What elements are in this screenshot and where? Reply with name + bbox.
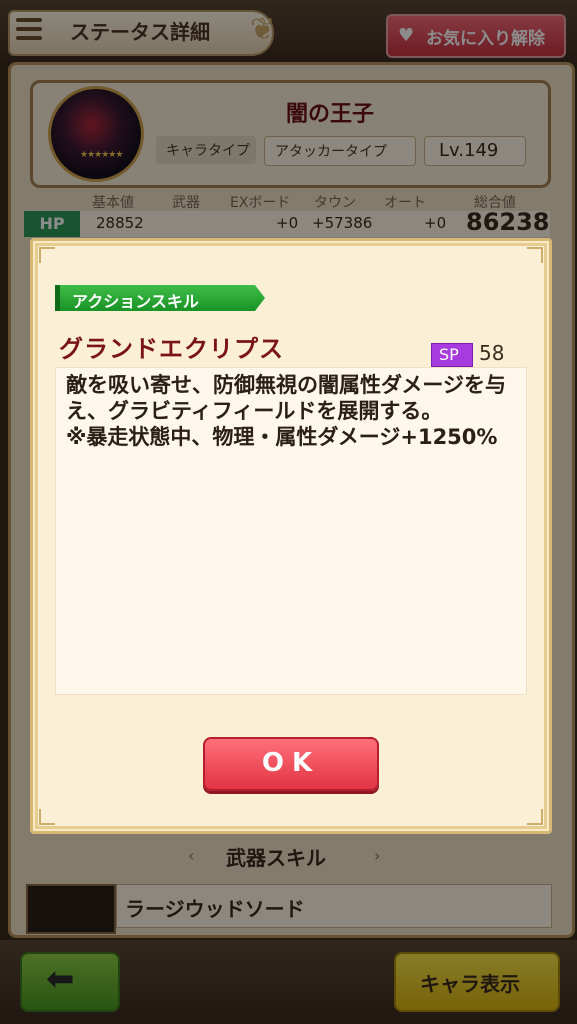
heart-icon: ♥ xyxy=(398,25,415,46)
top-bar: ステータス詳細 ❦ ♥ お気に入り解除 xyxy=(0,0,577,62)
chara-display-label: キャラ表示 xyxy=(420,972,520,996)
skill-type-label: アクションスキル xyxy=(72,292,199,311)
weapon-thumbnail xyxy=(26,884,116,934)
corner-ornament xyxy=(527,809,543,825)
stat-header-town: タウン xyxy=(314,195,356,211)
hp-auto: +0 xyxy=(424,214,447,232)
menu-icon[interactable] xyxy=(16,18,42,42)
flourish-ornament-icon: ❦ xyxy=(250,12,276,47)
page-title: ステータス詳細 xyxy=(70,20,210,44)
type-value-box: アタッカータイプ xyxy=(264,136,416,166)
level: Lv.149 xyxy=(439,140,499,161)
stat-header-weapon: 武器 xyxy=(172,195,200,211)
hp-town: +57386 xyxy=(312,214,373,232)
sp-badge: SP xyxy=(431,343,473,367)
back-button[interactable]: ⬅ xyxy=(20,952,120,1012)
sp-label: SP xyxy=(439,345,459,364)
stat-header-exboard: EXボード xyxy=(230,195,291,211)
skill-description-box: 敵を吸い寄せ、防御無視の闇属性ダメージを与え、グラビティフィールドを展開する。 … xyxy=(55,367,527,695)
hp-base: 28852 xyxy=(96,214,144,232)
skill-description: 敵を吸い寄せ、防御無視の闇属性ダメージを与え、グラビティフィールドを展開する。 … xyxy=(66,373,506,449)
weapon-skill-title: 武器スキル xyxy=(226,846,326,870)
unfavorite-label: お気に入り解除 xyxy=(426,29,545,49)
left-arrow-icon: ⬅ xyxy=(46,959,75,999)
ok-button[interactable]: OK xyxy=(203,737,379,791)
stat-header-base: 基本値 xyxy=(92,195,134,211)
character-name: 闇の王子 xyxy=(286,102,375,127)
hp-label: HP xyxy=(24,211,80,237)
corner-ornament xyxy=(527,247,543,263)
corner-ornament xyxy=(39,247,55,263)
hp-exboard: +0 xyxy=(276,214,299,232)
prev-arrow-icon[interactable]: ‹ xyxy=(188,846,194,865)
hp-total: 86238 xyxy=(466,208,550,236)
avatar xyxy=(48,86,144,182)
rarity-stars: ★★★★★★ xyxy=(80,150,123,160)
unfavorite-button[interactable]: ♥ お気に入り解除 xyxy=(386,14,566,58)
chara-display-button[interactable]: キャラ表示 xyxy=(394,952,560,1012)
type-label-box: キャラタイプ xyxy=(156,136,256,164)
level-box: Lv.149 xyxy=(424,136,526,166)
stat-header-auto: オート xyxy=(384,195,426,211)
skill-type-tag: アクションスキル xyxy=(55,285,265,311)
next-arrow-icon[interactable]: › xyxy=(374,846,380,865)
weapon-name: ラージウッドソード xyxy=(125,897,305,921)
skill-detail-modal: アクションスキル グランドエクリプス SP 58 敵を吸い寄せ、防御無視の闇属性… xyxy=(30,238,552,834)
corner-ornament xyxy=(39,809,55,825)
skill-name: グランドエクリプス xyxy=(59,335,284,363)
ok-label: OK xyxy=(261,748,321,778)
weapon-name-box: ラージウッドソード xyxy=(116,884,552,928)
type-label: キャラタイプ xyxy=(166,143,250,159)
sp-value: 58 xyxy=(479,341,505,365)
type-value: アタッカータイプ xyxy=(275,144,387,160)
